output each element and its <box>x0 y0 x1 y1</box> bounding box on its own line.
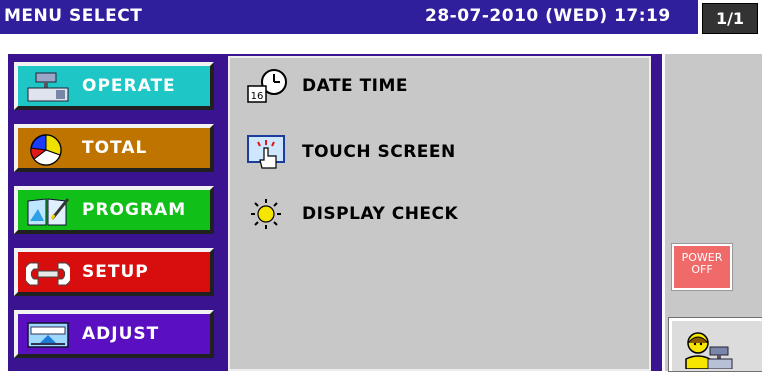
book-pen-icon <box>26 195 70 227</box>
touch-hand-icon <box>246 134 292 170</box>
user-button[interactable] <box>668 317 762 373</box>
keyboard-icon <box>26 319 70 351</box>
item-display-check[interactable]: DISPLAY CHECK <box>246 196 506 232</box>
menu-button-label: OPERATE <box>82 76 176 96</box>
wrench-icon <box>23 257 73 289</box>
svg-text:16: 16 <box>251 91 264 102</box>
register-icon <box>26 71 70 103</box>
sun-icon <box>246 196 292 232</box>
item-touch-screen[interactable]: TOUCH SCREEN <box>246 134 486 170</box>
page-title: MENU SELECT <box>4 6 143 26</box>
item-label: TOUCH SCREEN <box>302 142 456 162</box>
menu-button-operate[interactable]: OPERATE <box>14 62 214 110</box>
pie-chart-icon <box>26 133 70 166</box>
item-label: DATE TIME <box>302 76 409 96</box>
menu-button-setup[interactable]: SETUP <box>14 248 214 296</box>
item-label: DISPLAY CHECK <box>302 204 459 224</box>
menu-button-label: TOTAL <box>82 138 148 158</box>
clock-calendar-icon: 16 <box>246 68 292 104</box>
page-indicator: 1/1 <box>702 3 758 34</box>
user-register-icon <box>682 329 734 373</box>
menu-button-adjust[interactable]: ADJUST <box>14 310 214 358</box>
menu-button-label: PROGRAM <box>82 200 187 220</box>
menu-button-label: SETUP <box>82 262 149 282</box>
power-off-button[interactable]: POWER OFF <box>671 243 733 291</box>
menu-button-label: ADJUST <box>82 324 160 344</box>
datetime-display: 28-07-2010 (WED) 17:19 <box>425 6 671 26</box>
power-off-label-line2: OFF <box>691 263 713 276</box>
menu-button-total[interactable]: TOTAL <box>14 124 214 172</box>
menu-button-program[interactable]: PROGRAM <box>14 186 214 234</box>
title-bar: MENU SELECT 28-07-2010 (WED) 17:19 <box>0 0 698 34</box>
item-date-time[interactable]: 16 DATE TIME <box>246 68 446 104</box>
